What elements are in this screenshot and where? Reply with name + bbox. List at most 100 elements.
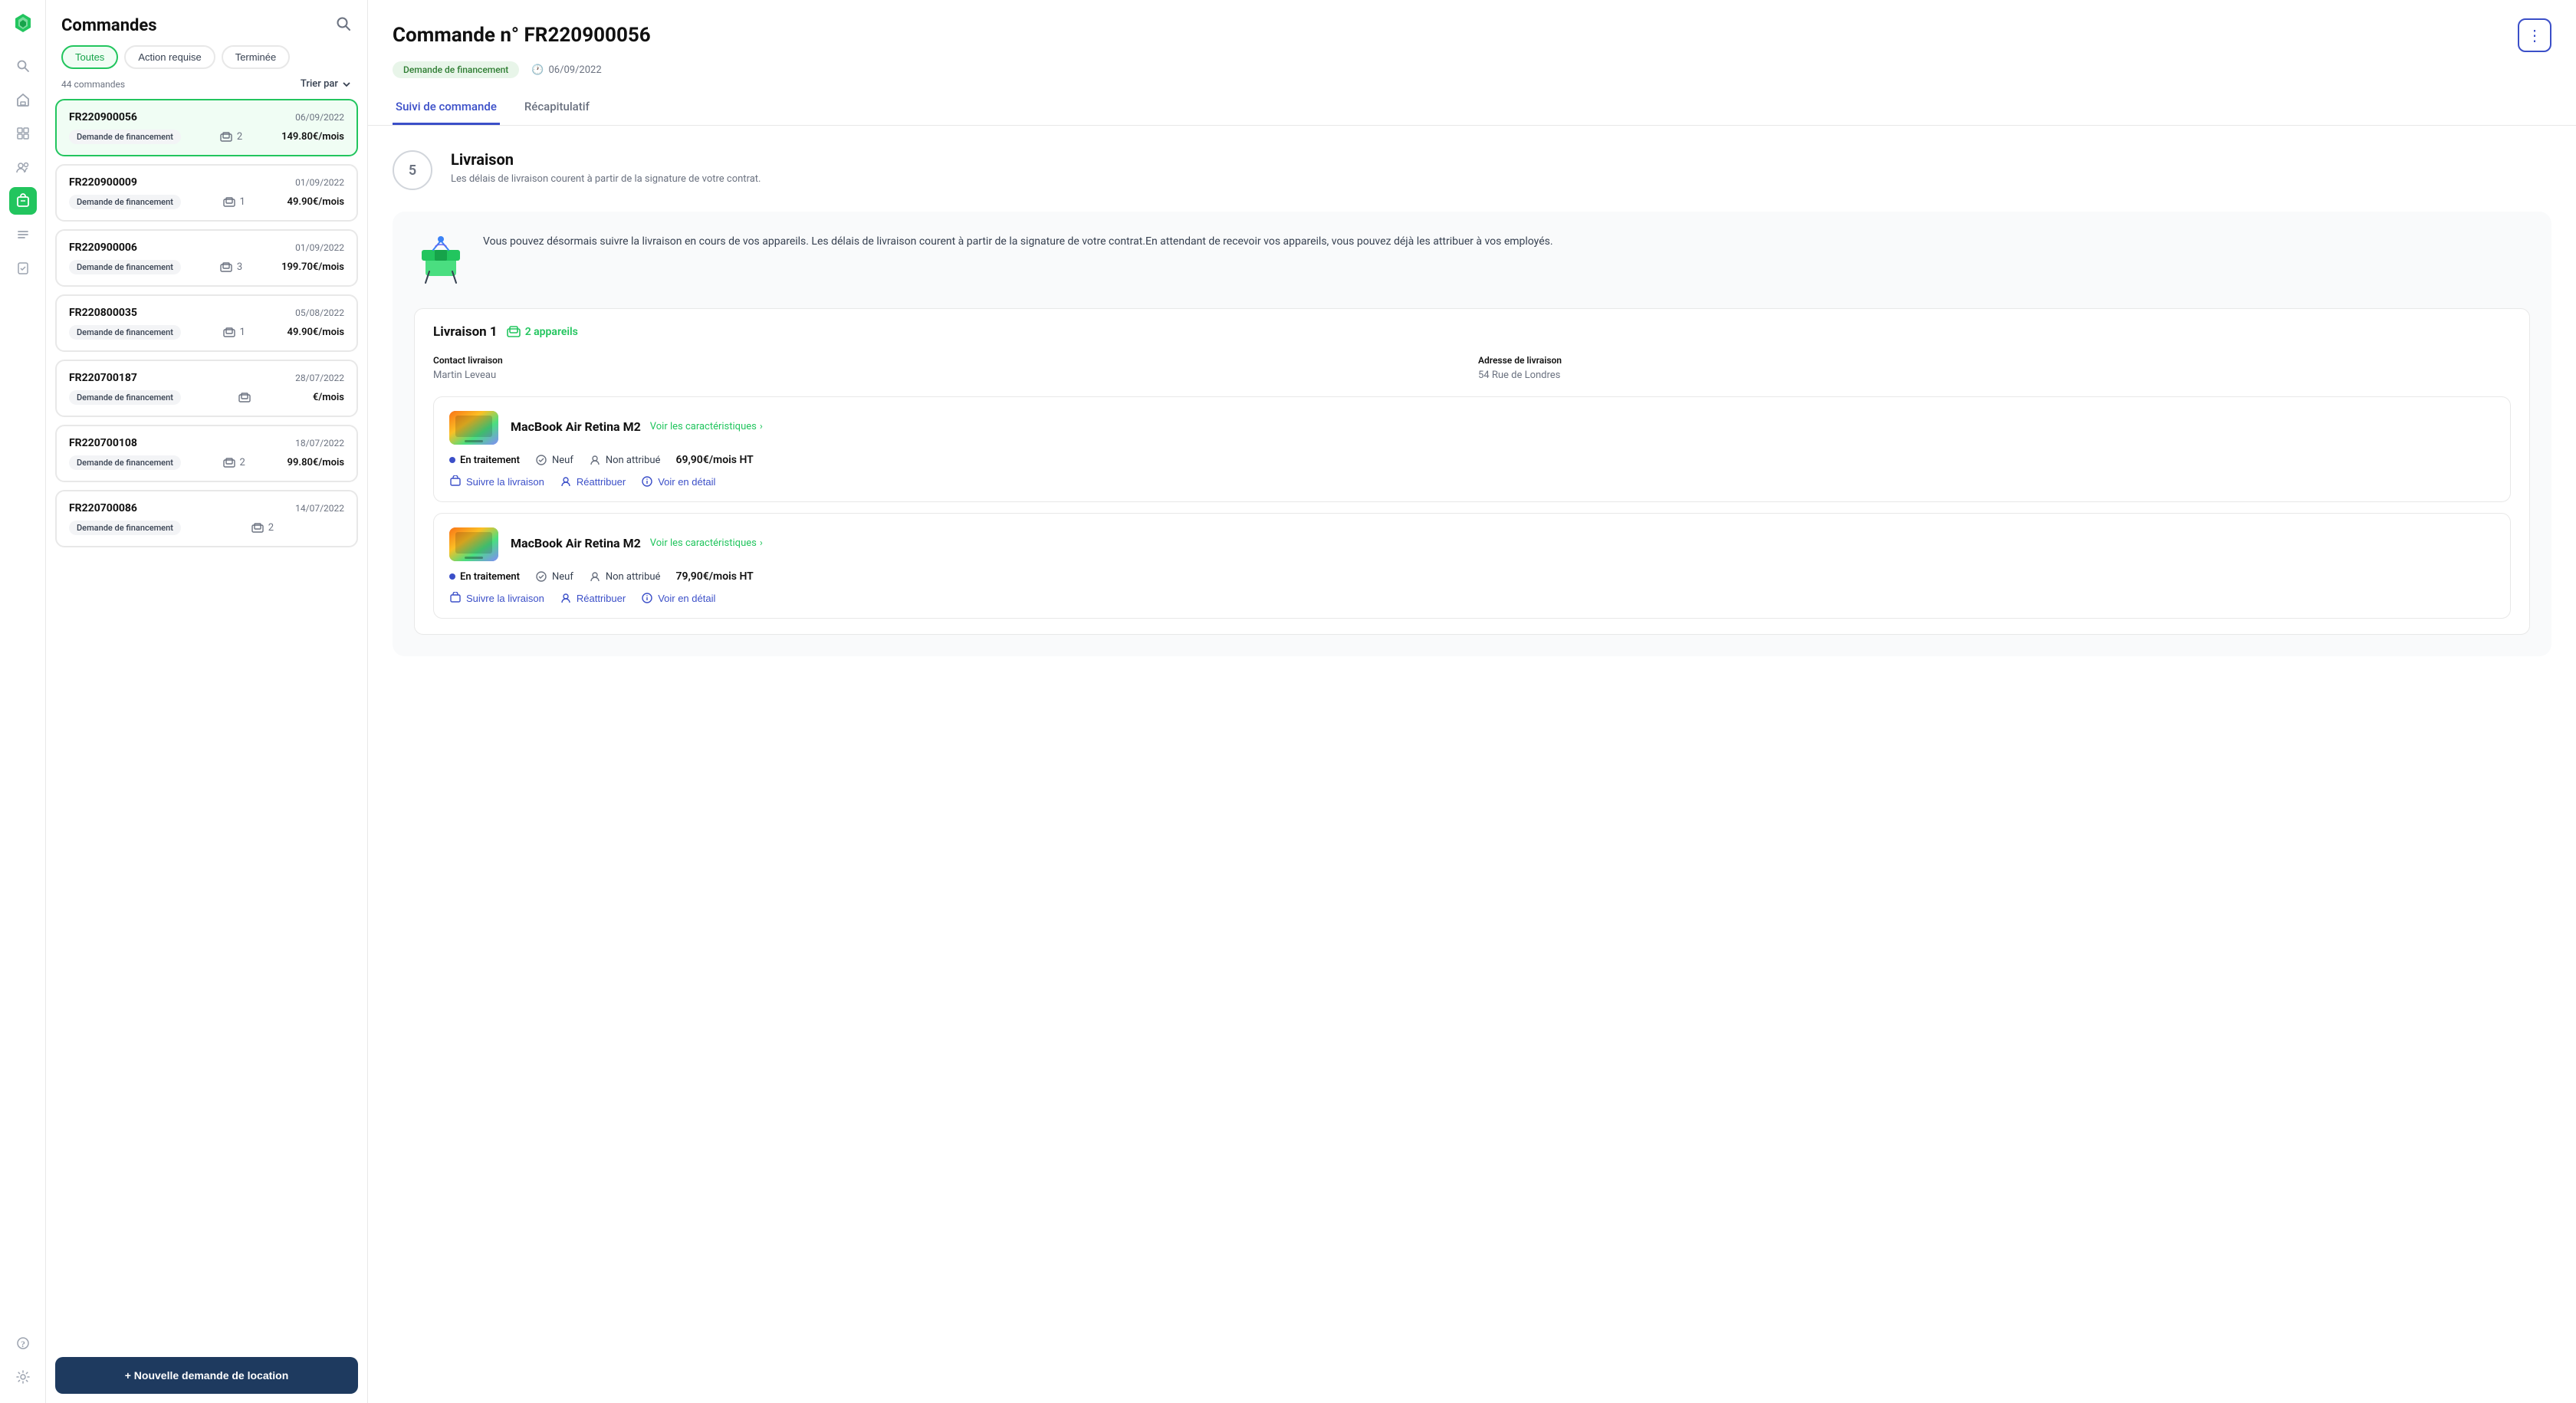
delivery-info: Livraison Les délais de livraison couren… bbox=[451, 150, 761, 185]
order-item[interactable]: FR220900009 01/09/2022 Demande de financ… bbox=[55, 164, 358, 222]
order-item[interactable]: FR220700086 14/07/2022 Demande de financ… bbox=[55, 490, 358, 547]
ellipsis-icon: ⋮ bbox=[2527, 26, 2542, 45]
order-badge: Demande de financement bbox=[69, 130, 181, 144]
content-area: 5 Livraison Les délais de livraison cour… bbox=[368, 126, 2576, 681]
voir-detail-button[interactable]: Voir en détail bbox=[641, 592, 715, 604]
status-processing: En traitement bbox=[449, 571, 520, 583]
order-id: FR220900006 bbox=[69, 242, 137, 254]
tab-toutes[interactable]: Toutes bbox=[61, 45, 118, 69]
order-item[interactable]: FR220700187 28/07/2022 Demande de financ… bbox=[55, 360, 358, 417]
address-value: 54 Rue de Londres bbox=[1478, 370, 1560, 381]
orders-list: FR220900056 06/09/2022 Demande de financ… bbox=[46, 99, 367, 1348]
svg-text:?: ? bbox=[21, 1339, 25, 1349]
sidebar-icon-dashboard[interactable] bbox=[9, 120, 37, 147]
tab-terminee[interactable]: Terminée bbox=[222, 45, 290, 69]
order-badge: Demande de financement bbox=[69, 521, 181, 535]
tab-action-requise[interactable]: Action requise bbox=[124, 45, 215, 69]
device-attribution: Non attribué bbox=[589, 570, 661, 583]
device-actions: Suivre la livraison Réattribuer Voir en … bbox=[449, 592, 2495, 604]
order-id: FR220700187 bbox=[69, 372, 137, 384]
order-date: 01/09/2022 bbox=[295, 177, 344, 188]
order-devices: 3 bbox=[220, 261, 242, 273]
order-badge: Demande de financement bbox=[69, 260, 181, 274]
order-date: 14/07/2022 bbox=[295, 503, 344, 514]
reattribuer-button[interactable]: Réattribuer bbox=[560, 592, 626, 604]
order-price: €/mois bbox=[313, 392, 344, 403]
reattribuer-button[interactable]: Réattribuer bbox=[560, 475, 626, 488]
orders-tabs: Toutes Action requise Terminée bbox=[46, 45, 367, 78]
device-status-row: En traitement Neuf Non attribué 79,90€/m… bbox=[449, 570, 2495, 583]
livraison-block: Livraison 1 2 appareils Contact livraiso… bbox=[414, 308, 2530, 635]
order-date: 01/09/2022 bbox=[295, 242, 344, 253]
address-label: Adresse de livraison bbox=[1478, 355, 2511, 366]
order-devices: 2 bbox=[220, 131, 242, 143]
voir-detail-button[interactable]: Voir en détail bbox=[641, 475, 715, 488]
device-name: MacBook Air Retina M2 bbox=[511, 536, 641, 550]
tab-suivi-commande[interactable]: Suivi de commande bbox=[393, 90, 500, 125]
order-item[interactable]: FR220900006 01/09/2022 Demande de financ… bbox=[55, 229, 358, 287]
order-item[interactable]: FR220700108 18/07/2022 Demande de financ… bbox=[55, 425, 358, 482]
device-status-row: En traitement Neuf Non attribué 69,90€/m… bbox=[449, 454, 2495, 466]
appareils-count: 2 appareils bbox=[525, 326, 578, 338]
more-options-button[interactable]: ⋮ bbox=[2518, 18, 2551, 52]
new-order-button[interactable]: + Nouvelle demande de location bbox=[55, 1357, 358, 1394]
order-id: FR220700108 bbox=[69, 437, 137, 449]
main-content: Commande n° FR220900056 ⋮ Demande de fin… bbox=[368, 0, 2576, 1403]
order-date: 18/07/2022 bbox=[295, 438, 344, 449]
order-id: FR220800035 bbox=[69, 307, 137, 319]
sidebar-icon-orders[interactable] bbox=[9, 187, 37, 215]
device-thumbnail bbox=[449, 411, 498, 445]
order-devices: 2 bbox=[223, 457, 245, 468]
sidebar: ? bbox=[0, 0, 46, 1403]
order-devices: 2 bbox=[251, 522, 274, 534]
orders-sort[interactable]: Trier par bbox=[301, 78, 352, 90]
sidebar-icon-search[interactable] bbox=[9, 52, 37, 80]
order-item[interactable]: FR220800035 05/08/2022 Demande de financ… bbox=[55, 294, 358, 352]
delivery-subtitle: Les délais de livraison courent à partir… bbox=[451, 173, 761, 185]
page-title: Commande n° FR220900056 bbox=[393, 24, 651, 47]
order-badge: Demande de financement bbox=[69, 455, 181, 470]
delivery-card: Vous pouvez désormais suivre la livraiso… bbox=[393, 212, 2551, 656]
device-price: 79,90€/mois HT bbox=[675, 570, 753, 583]
sidebar-icon-help[interactable]: ? bbox=[9, 1329, 37, 1357]
sidebar-icon-list[interactable] bbox=[9, 221, 37, 248]
order-devices bbox=[238, 393, 255, 403]
sidebar-icon-team[interactable] bbox=[9, 153, 37, 181]
sidebar-icon-settings[interactable] bbox=[9, 1363, 37, 1391]
suivre-livraison-button[interactable]: Suivre la livraison bbox=[449, 475, 544, 488]
order-devices: 1 bbox=[223, 327, 245, 338]
adresse-livraison: Adresse de livraison 54 Rue de Londres bbox=[1478, 355, 2511, 381]
livraison-title: Livraison 1 bbox=[433, 324, 498, 340]
device-condition: Neuf bbox=[535, 570, 573, 583]
date-value: 06/09/2022 bbox=[548, 64, 601, 76]
contact-livraison: Contact livraison Martin Leveau bbox=[433, 355, 1466, 381]
app-logo[interactable] bbox=[11, 12, 35, 37]
date-info: 🕐 06/09/2022 bbox=[531, 64, 601, 76]
device-link[interactable]: Voir les caractéristiques › bbox=[650, 537, 763, 549]
device-link[interactable]: Voir les caractéristiques › bbox=[650, 421, 763, 432]
orders-title: Commandes bbox=[61, 16, 157, 35]
device-header: MacBook Air Retina M2 Voir les caractéri… bbox=[449, 527, 2495, 561]
contact-label: Contact livraison bbox=[433, 355, 1466, 366]
sidebar-icon-home[interactable] bbox=[9, 86, 37, 113]
order-date: 28/07/2022 bbox=[295, 373, 344, 383]
orders-header: Commandes bbox=[46, 0, 367, 45]
order-id: FR220900009 bbox=[69, 176, 137, 189]
delivery-section: 5 Livraison Les délais de livraison cour… bbox=[393, 150, 2551, 190]
delivery-notice-text: Vous pouvez désormais suivre la livraiso… bbox=[483, 233, 1553, 250]
device-thumbnail bbox=[449, 527, 498, 561]
sidebar-icon-tasks[interactable] bbox=[9, 255, 37, 282]
order-date: 06/09/2022 bbox=[295, 112, 344, 123]
order-item[interactable]: FR220900056 06/09/2022 Demande de financ… bbox=[55, 99, 358, 156]
suivre-livraison-button[interactable]: Suivre la livraison bbox=[449, 592, 544, 604]
step-circle: 5 bbox=[393, 150, 432, 190]
order-price: 49.90€/mois bbox=[288, 196, 344, 208]
livraison-meta: Contact livraison Martin Leveau Adresse … bbox=[433, 355, 2511, 381]
tab-recapitulatif[interactable]: Récapitulatif bbox=[521, 90, 593, 125]
order-devices: 1 bbox=[223, 196, 245, 208]
main-badges-row: Demande de financement 🕐 06/09/2022 bbox=[393, 61, 2551, 78]
device-condition: Neuf bbox=[535, 454, 573, 466]
orders-search-icon[interactable] bbox=[335, 15, 352, 36]
device-price: 69,90€/mois HT bbox=[675, 454, 753, 466]
orders-count: 44 commandes bbox=[61, 79, 125, 90]
